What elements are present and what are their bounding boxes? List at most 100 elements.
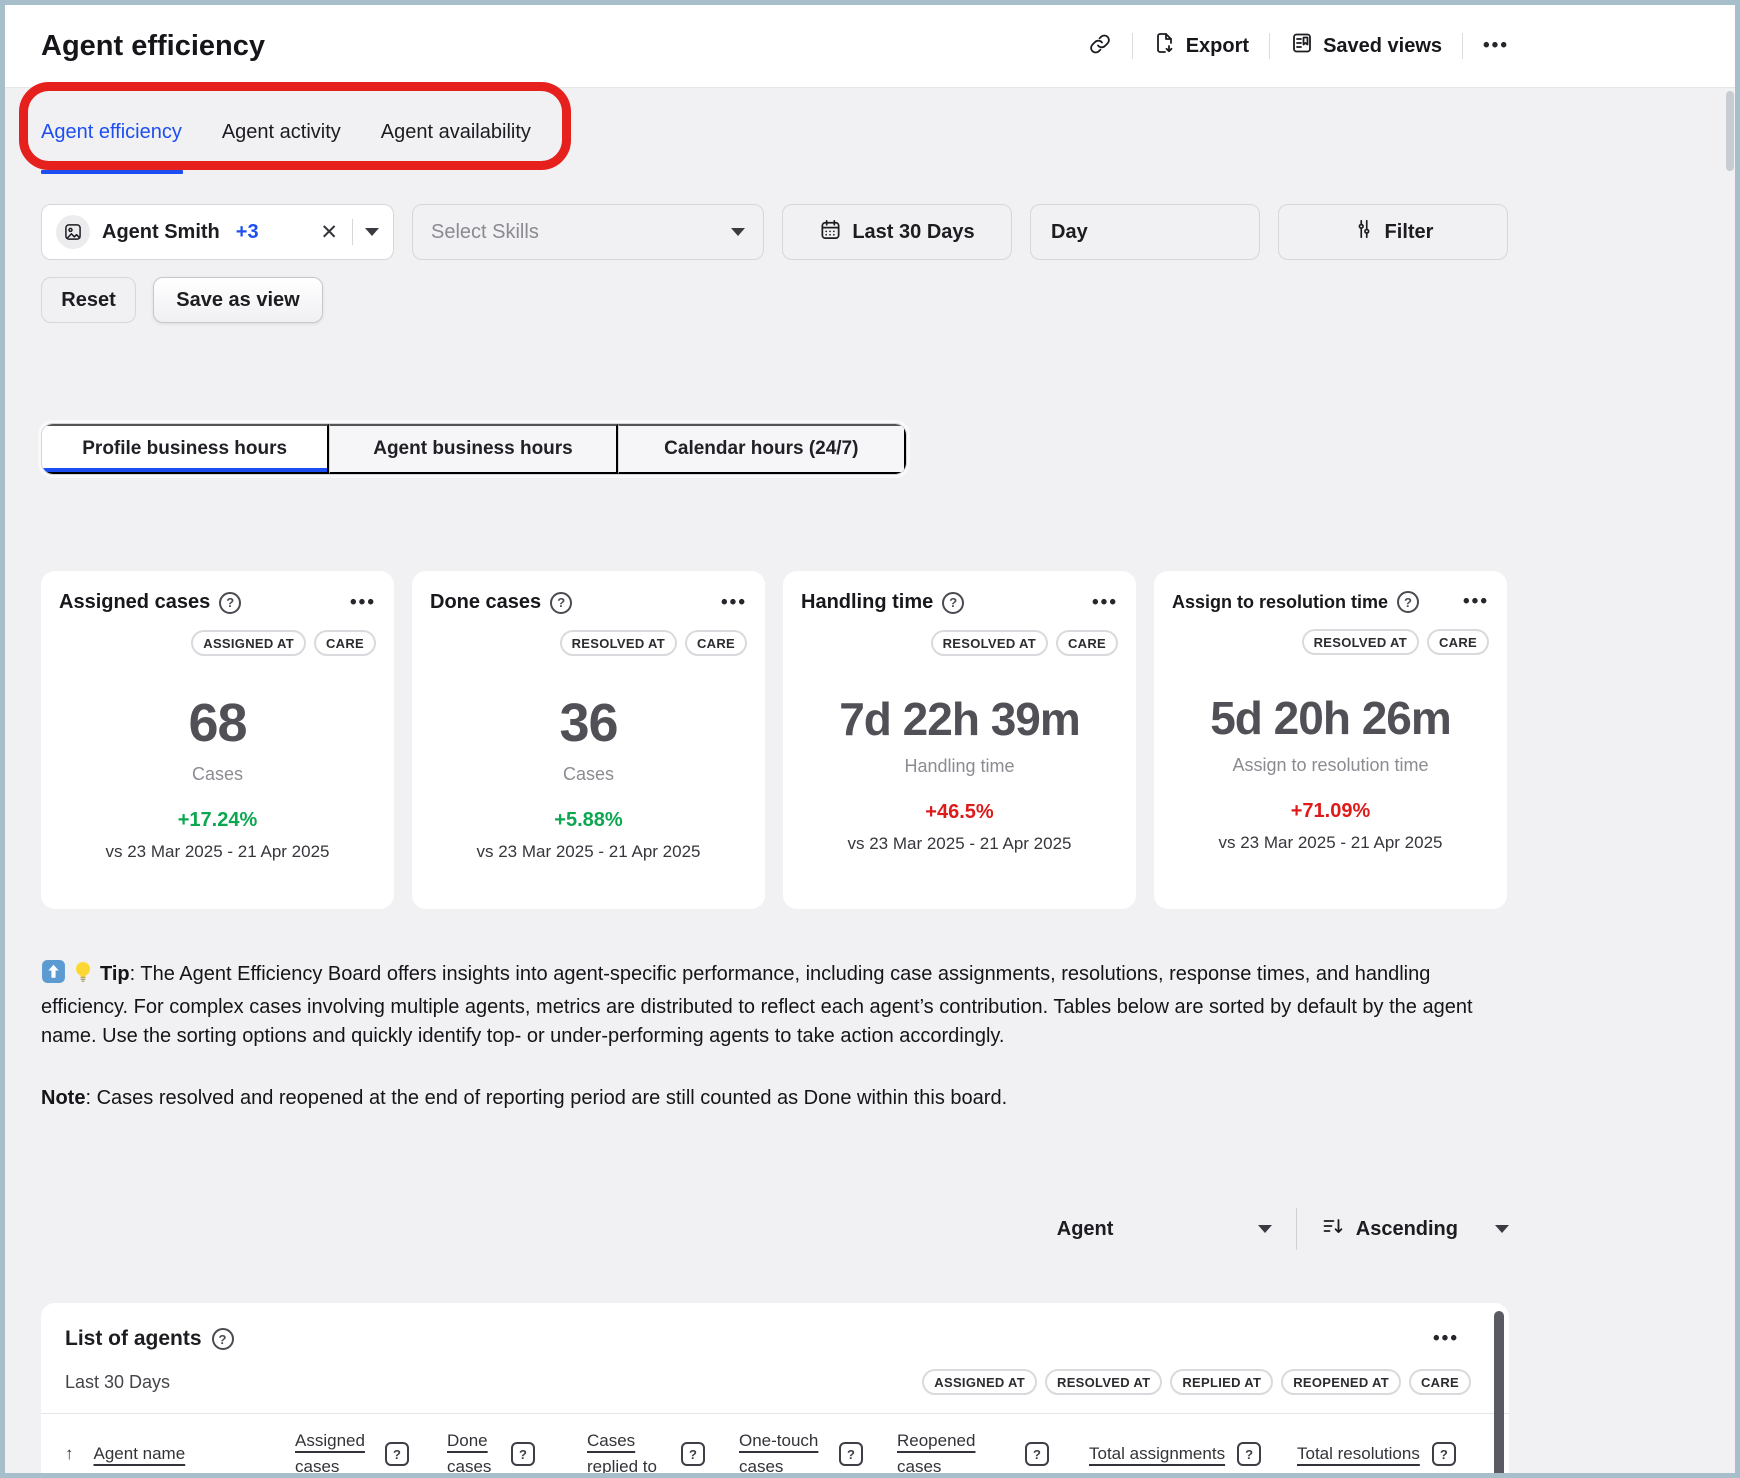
- export-icon: [1153, 31, 1177, 61]
- help-icon[interactable]: ?: [681, 1442, 705, 1466]
- stat-change: +17.24%: [59, 809, 376, 832]
- page-title: Agent efficiency: [41, 30, 265, 63]
- column-header-done-cases[interactable]: Done cases ?: [447, 1428, 587, 1478]
- filter-actions-row: Reset Save as view: [41, 277, 1509, 323]
- save-as-view-button[interactable]: Save as view: [153, 277, 323, 323]
- stat-card-done-cases: Done cases ? ••• RESOLVED AT CARE 36 Cas…: [412, 571, 765, 909]
- stat-card-assigned-cases: Assigned cases ? ••• ASSIGNED AT CARE 68…: [41, 571, 394, 909]
- active-tab-underline: [41, 170, 183, 174]
- status-badge: ASSIGNED AT: [191, 630, 306, 656]
- stat-value: 7d 22h 39m: [801, 692, 1118, 746]
- help-icon[interactable]: ?: [511, 1442, 535, 1466]
- lightbulb-emoji: [71, 959, 95, 993]
- sort-asc-arrow-icon: ↑: [65, 1444, 74, 1464]
- saved-views-icon: [1290, 31, 1314, 61]
- skills-select[interactable]: Select Skills: [412, 204, 764, 260]
- table-title: List of agents: [65, 1327, 202, 1351]
- table-period: Last 30 Days: [65, 1372, 170, 1393]
- skills-placeholder: Select Skills: [431, 221, 539, 244]
- card-menu-icon[interactable]: •••: [721, 592, 747, 614]
- stat-unit: Cases: [430, 764, 747, 785]
- help-icon[interactable]: ?: [219, 592, 241, 614]
- divider: [1462, 33, 1463, 59]
- help-icon[interactable]: ?: [1397, 591, 1419, 613]
- column-header-total-resolutions[interactable]: Total resolutions ?: [1297, 1441, 1475, 1467]
- board-tabs: Agent efficiency Agent activity Agent av…: [5, 88, 1735, 176]
- card-title: Assigned cases: [59, 591, 210, 614]
- granularity-select[interactable]: Day: [1030, 204, 1260, 260]
- agent-filter-chip[interactable]: Agent Smith +3 ✕: [41, 204, 394, 260]
- tip-label: Tip: [100, 963, 130, 985]
- column-header-assigned-cases[interactable]: Assigned cases ?: [295, 1428, 447, 1478]
- chevron-down-icon[interactable]: [365, 228, 379, 236]
- list-of-agents-card: List of agents ? ••• Last 30 Days ASSIGN…: [41, 1303, 1509, 1478]
- tab-agent-activity[interactable]: Agent activity: [222, 121, 341, 144]
- sort-direction-select[interactable]: Ascending: [1321, 1214, 1509, 1244]
- note-text: Note: Cases resolved and reopened at the…: [41, 1084, 1509, 1113]
- stat-value: 5d 20h 26m: [1172, 691, 1489, 745]
- card-menu-icon[interactable]: •••: [1463, 591, 1489, 613]
- reset-button[interactable]: Reset: [41, 277, 136, 323]
- status-badge: ASSIGNED AT: [922, 1369, 1037, 1395]
- divider: [1132, 33, 1133, 59]
- status-badge: REOPENED AT: [1281, 1369, 1401, 1395]
- sort-ascending-icon: [1321, 1214, 1345, 1244]
- column-header-agent-name[interactable]: ↑ Agent name: [65, 1441, 295, 1467]
- stat-value: 68: [59, 692, 376, 754]
- avatar: [56, 215, 90, 249]
- sort-field-select[interactable]: Agent: [1057, 1218, 1272, 1241]
- filter-sliders-icon: [1353, 218, 1375, 246]
- tab-agent-efficiency[interactable]: Agent efficiency: [41, 121, 182, 144]
- card-menu-icon[interactable]: •••: [350, 592, 376, 614]
- date-range-select[interactable]: Last 30 Days: [782, 204, 1012, 260]
- stat-unit: Handling time: [801, 756, 1118, 777]
- column-header-one-touch-cases[interactable]: One-touch cases ?: [739, 1428, 897, 1478]
- status-badge: CARE: [314, 630, 376, 656]
- table-vertical-scrollbar[interactable]: [1494, 1311, 1504, 1478]
- help-icon[interactable]: ?: [1025, 1442, 1049, 1466]
- help-icon[interactable]: ?: [942, 592, 964, 614]
- filter-row: Agent Smith +3 ✕ Select Skills Last 30 D…: [41, 204, 1509, 260]
- clear-agent-filter-icon[interactable]: ✕: [320, 220, 338, 245]
- saved-views-button[interactable]: Saved views: [1290, 31, 1442, 61]
- agent-efficiency-dashboard: Agent efficiency Export Saved: [0, 0, 1740, 1478]
- stat-change: +46.5%: [801, 801, 1118, 824]
- status-badge: RESOLVED AT: [560, 630, 677, 656]
- help-icon[interactable]: ?: [1237, 1442, 1261, 1466]
- status-badge: RESOLVED AT: [1302, 629, 1419, 655]
- copy-link-icon[interactable]: [1088, 32, 1112, 61]
- tip-text: Tip: The Agent Efficiency Board offers i…: [41, 959, 1509, 1051]
- more-options-icon[interactable]: •••: [1483, 35, 1509, 57]
- table-menu-icon[interactable]: •••: [1433, 1328, 1459, 1350]
- segment-agent-business-hours[interactable]: Agent business hours: [329, 424, 617, 474]
- status-badge: CARE: [685, 630, 747, 656]
- card-title: Assign to resolution time: [1172, 592, 1388, 613]
- card-menu-icon[interactable]: •••: [1092, 592, 1118, 614]
- tab-agent-availability[interactable]: Agent availability: [381, 121, 531, 144]
- column-header-total-assignments[interactable]: Total assignments ?: [1089, 1441, 1297, 1467]
- help-icon[interactable]: ?: [839, 1442, 863, 1466]
- card-title: Handling time: [801, 591, 933, 614]
- segment-calendar-hours[interactable]: Calendar hours (24/7): [618, 424, 906, 474]
- column-header-reopened-cases[interactable]: Reopened cases ?: [897, 1428, 1089, 1478]
- stat-change: +71.09%: [1172, 800, 1489, 823]
- help-icon[interactable]: ?: [212, 1328, 234, 1350]
- column-header-cases-replied-to[interactable]: Cases replied to ?: [587, 1428, 739, 1478]
- chevron-down-icon: [1258, 1225, 1272, 1233]
- page-vertical-scrollbar[interactable]: [1726, 91, 1734, 171]
- status-badge: CARE: [1427, 629, 1489, 655]
- help-icon[interactable]: ?: [1432, 1442, 1456, 1466]
- table-badges: ASSIGNED AT RESOLVED AT REPLIED AT REOPE…: [922, 1369, 1471, 1395]
- stat-change: +5.88%: [430, 809, 747, 832]
- filter-button[interactable]: Filter: [1278, 204, 1508, 260]
- help-icon[interactable]: ?: [550, 592, 572, 614]
- sort-direction-value: Ascending: [1356, 1218, 1458, 1241]
- divider: [1269, 33, 1270, 59]
- export-button[interactable]: Export: [1153, 31, 1249, 61]
- calendar-icon: [819, 218, 842, 247]
- divider: [1296, 1208, 1297, 1250]
- help-icon[interactable]: ?: [385, 1442, 409, 1466]
- note-body: : Cases resolved and reopened at the end…: [85, 1087, 1007, 1109]
- date-range-value: Last 30 Days: [852, 221, 974, 244]
- segment-profile-business-hours[interactable]: Profile business hours: [42, 424, 329, 474]
